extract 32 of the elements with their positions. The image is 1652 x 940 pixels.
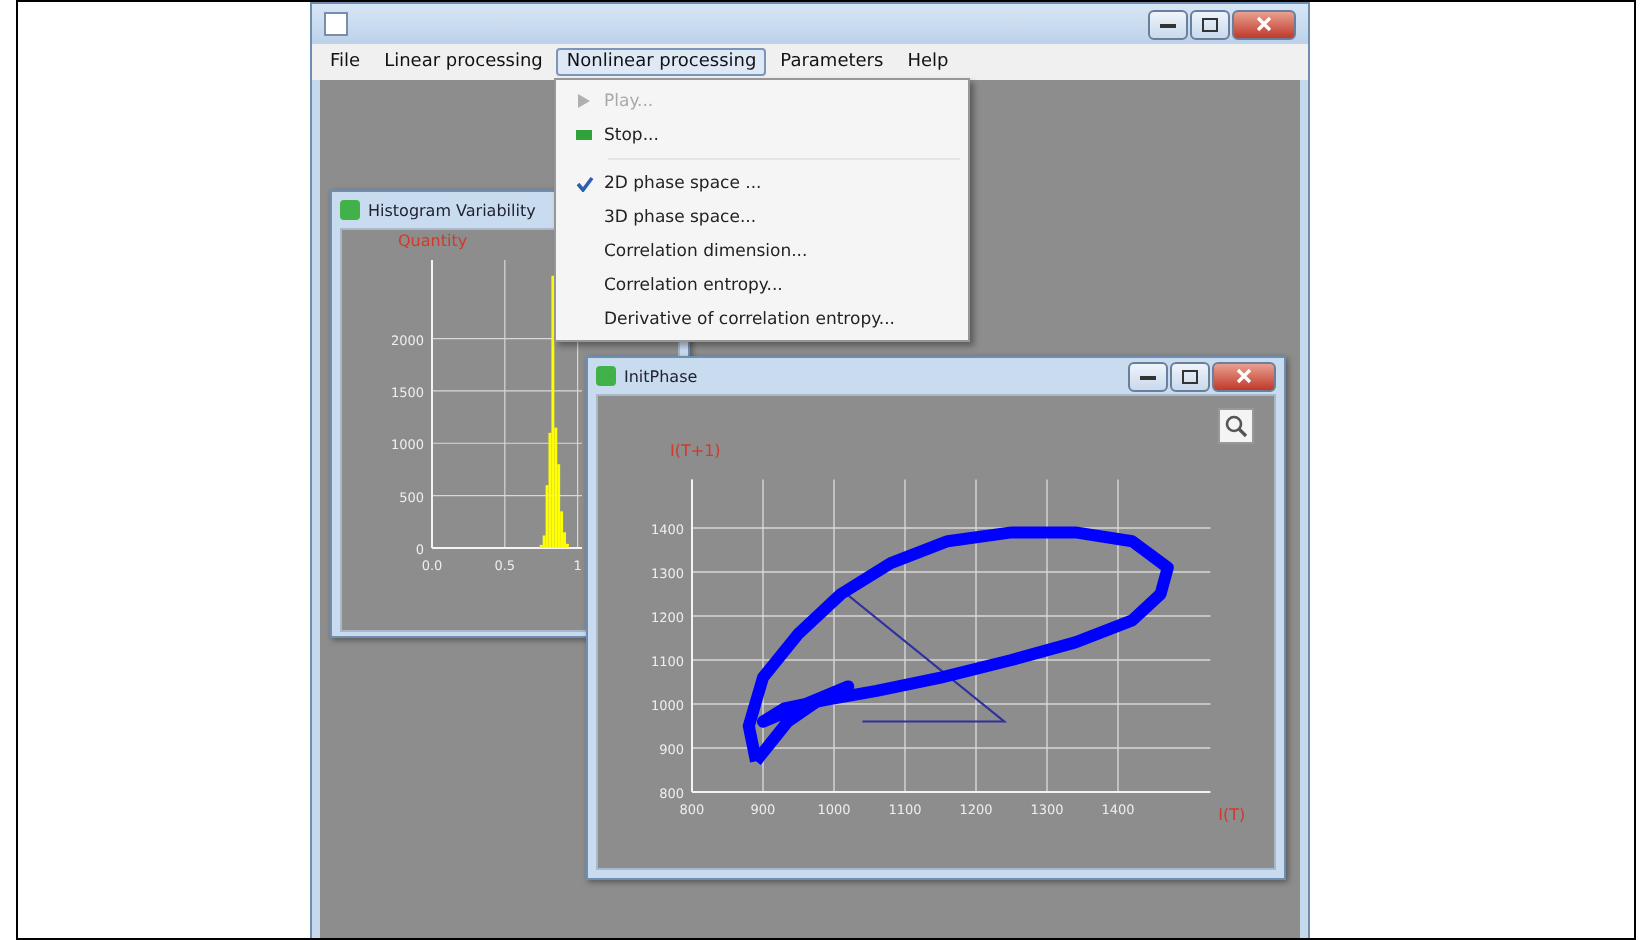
minimize-icon: [1160, 20, 1176, 28]
window-title: InitPhase: [624, 367, 698, 385]
zoom-button[interactable]: [1218, 408, 1254, 444]
menu-item[interactable]: Parameters: [770, 48, 894, 76]
close-button[interactable]: [1232, 9, 1296, 39]
app-icon: [596, 366, 616, 386]
close-icon: [1256, 16, 1272, 32]
maximize-icon: [1182, 369, 1198, 383]
maximize-button[interactable]: [1190, 9, 1230, 39]
minimize-icon: [1140, 372, 1156, 380]
y-axis-label: Quantity: [398, 232, 468, 250]
maximize-icon: [1202, 17, 1218, 31]
menu-option[interactable]: Correlation dimension...: [604, 241, 808, 261]
menu-item[interactable]: Help: [897, 48, 959, 76]
close-icon: [1236, 368, 1252, 384]
close-button[interactable]: [1212, 361, 1276, 391]
maximize-button[interactable]: [1170, 361, 1210, 391]
menu-item[interactable]: File: [320, 48, 371, 76]
minimize-button[interactable]: [1148, 9, 1188, 39]
x-axis-label: I(T): [1218, 806, 1246, 824]
y-axis-label: I(T+1): [670, 442, 721, 460]
menu-option[interactable]: Derivative of correlation entropy...: [604, 309, 896, 329]
app-icon: [324, 12, 348, 36]
menu-option[interactable]: Correlation entropy...: [604, 275, 783, 295]
minimize-button[interactable]: [1128, 361, 1168, 391]
menu-option[interactable]: 3D phase space...: [604, 207, 757, 227]
menu-item[interactable]: Nonlinear processing: [556, 48, 767, 76]
menu-option[interactable]: 2D phase space ...: [604, 173, 762, 193]
app-icon: [340, 200, 360, 220]
window-title: Histogram Variability: [368, 201, 536, 219]
menu-item[interactable]: Linear processing: [374, 48, 553, 76]
menu-option[interactable]: Stop...: [604, 125, 659, 145]
